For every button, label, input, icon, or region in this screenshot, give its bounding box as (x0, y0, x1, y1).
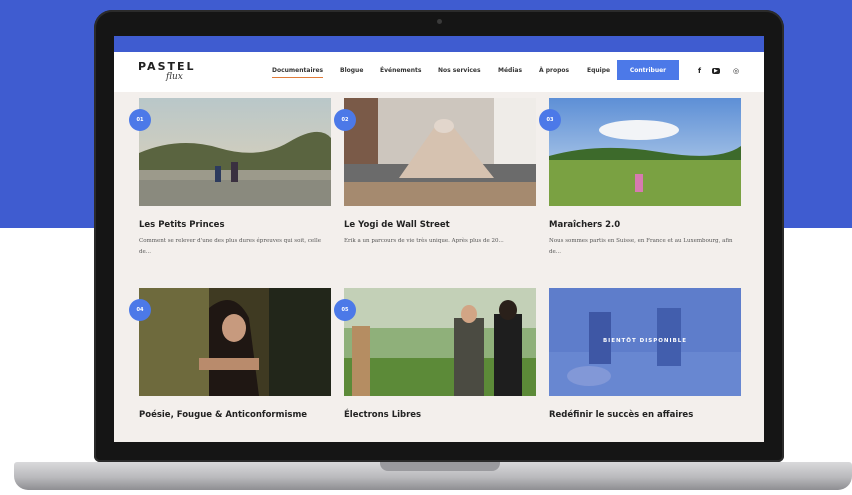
card-number-badge: 01 (129, 109, 151, 131)
card-thumbnail[interactable] (344, 98, 536, 206)
nav-blogue[interactable]: Blogue (340, 67, 363, 74)
laptop-base-notch (380, 462, 500, 471)
card-title[interactable]: Poésie, Fougue & Anticonformisme (139, 410, 307, 420)
webcam-icon (437, 19, 442, 24)
card-thumbnail[interactable] (549, 98, 741, 206)
card-number-badge: 02 (334, 109, 356, 131)
laptop-screen: PASTEL flux Documentaires Blogue Événeme… (114, 36, 764, 442)
youtube-icon[interactable]: ▶ (712, 68, 720, 74)
card-thumbnail[interactable] (344, 288, 536, 396)
nav-nos-services[interactable]: Nos services (438, 67, 481, 74)
site-top-bar (114, 36, 764, 52)
card-title[interactable]: Maraîchers 2.0 (549, 220, 620, 230)
nav-documentaires[interactable]: Documentaires (272, 67, 324, 78)
card-description: Nous sommes partis en Suisse, en France … (549, 238, 733, 255)
nav-medias[interactable]: Médias (498, 67, 522, 74)
contribute-button[interactable]: Contribuer (617, 60, 679, 80)
card-thumbnail[interactable] (139, 98, 331, 206)
card-thumbnail[interactable] (139, 288, 331, 396)
coming-soon-label: BIENTÔT DISPONIBLE (602, 338, 688, 344)
card-title[interactable]: Redéfinir le succès en affaires (549, 410, 693, 420)
facebook-icon[interactable]: f (698, 67, 701, 75)
card-title[interactable]: Électrons Libres (344, 410, 421, 420)
instagram-icon[interactable]: ◎ (733, 67, 739, 75)
card-title[interactable]: Les Petits Princes (139, 220, 225, 230)
card-title[interactable]: Le Yogi de Wall Street (344, 220, 450, 230)
nav-equipe[interactable]: Equipe (587, 67, 610, 74)
card-description: Comment se relever d'une des plus dures … (139, 238, 321, 255)
card-number-badge: 05 (334, 299, 356, 321)
nav-evenements[interactable]: Événements (380, 67, 421, 74)
site-logo-script: flux (166, 72, 183, 82)
card-number-badge: 04 (129, 299, 151, 321)
nav-a-propos[interactable]: À propos (539, 67, 569, 74)
card-number-badge: 03 (539, 109, 561, 131)
card-description: Erik a un parcours de vie très unique. A… (344, 238, 504, 244)
